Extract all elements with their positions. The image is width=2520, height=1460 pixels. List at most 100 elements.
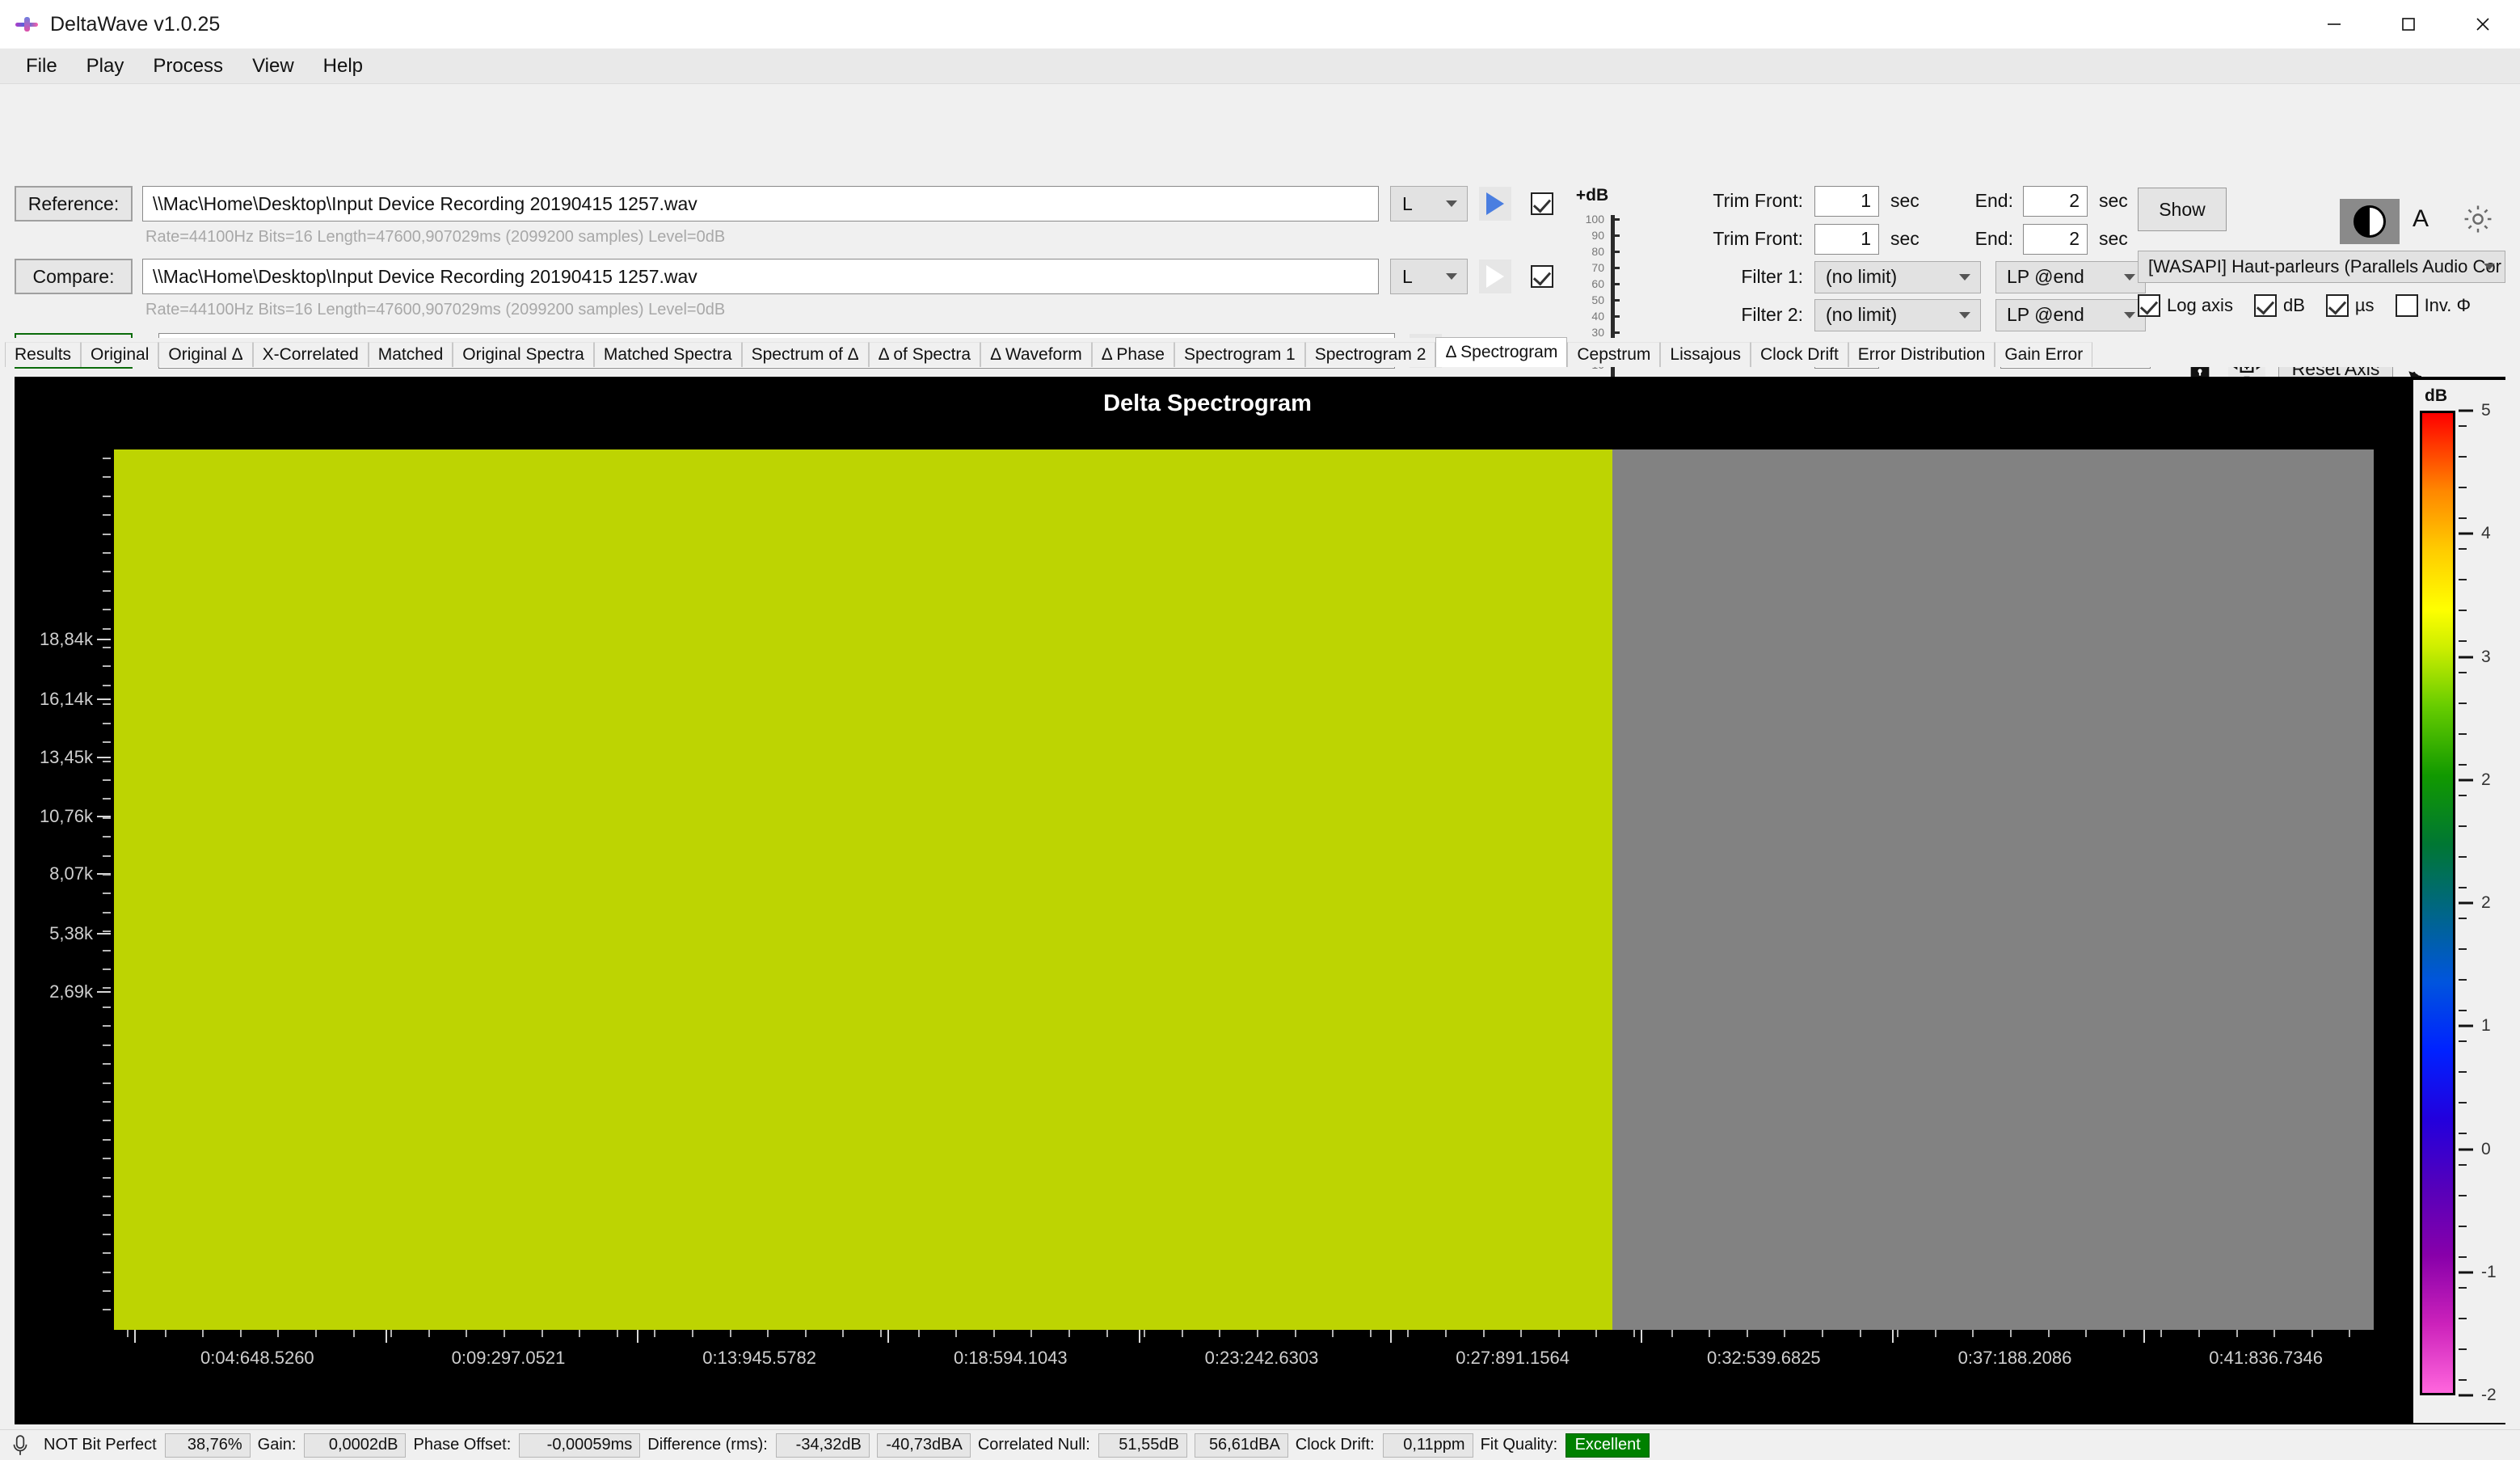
colorbar-gradient xyxy=(2420,411,2455,1395)
colorbar-tick-label: -2 xyxy=(2481,1386,2497,1404)
reference-enable-checkbox[interactable] xyxy=(1531,192,1553,215)
title-bar: DeltaWave v1.0.25 xyxy=(0,0,2520,49)
audio-device-select[interactable]: [WASAPI] Haut-parleurs (Parallels Audio … xyxy=(2138,251,2505,283)
tab-delta-phase[interactable]: Δ Phase xyxy=(1091,342,1174,367)
tab-cepstrum[interactable]: Cepstrum xyxy=(1567,342,1661,367)
x-axis-minor-tick xyxy=(1332,1330,1334,1337)
end-input-2[interactable]: 2 xyxy=(2023,223,2088,255)
x-axis-minor-tick xyxy=(352,1330,355,1337)
menu-view[interactable]: View xyxy=(238,53,309,80)
invert-phase-checkbox[interactable] xyxy=(2395,294,2418,317)
colorbar-minor-tick xyxy=(2459,1225,2467,1227)
filter-1-type-select[interactable]: LP @end xyxy=(1995,260,2146,293)
y-axis-minor-tick xyxy=(103,703,111,706)
y-axis-tick-label: 18,84k xyxy=(39,629,93,650)
gain-tickmark xyxy=(1611,299,1620,302)
font-icon[interactable]: A xyxy=(2413,205,2429,233)
invert-phase-option[interactable]: Inv. Φ xyxy=(2395,294,2471,317)
filter-1-limit-select[interactable]: (no limit) xyxy=(1814,260,1981,293)
colorbar-minor-tick xyxy=(2459,1317,2467,1319)
tab-delta-waveform[interactable]: Δ Waveform xyxy=(980,342,1092,367)
compare-path-input[interactable]: \\Mac\Home\Desktop\Input Device Recordin… xyxy=(142,259,1379,294)
gain-tickmark xyxy=(1611,267,1620,269)
x-axis-minor-tick xyxy=(1369,1330,1372,1337)
y-axis-minor-tick xyxy=(103,987,111,990)
compare-button[interactable]: Compare: xyxy=(15,259,133,294)
tab-matched-spectra[interactable]: Matched Spectra xyxy=(593,342,742,367)
filter-2-limit-value: (no limit) xyxy=(1826,304,1898,325)
x-axis-minor-tick xyxy=(1746,1330,1748,1337)
trim-front-unit-1: sec xyxy=(1890,190,1919,211)
tab-original-delta[interactable]: Original Δ xyxy=(158,342,253,367)
y-axis-minor-tick xyxy=(103,571,111,573)
trim-front-input-1[interactable]: 1 xyxy=(1814,185,1879,217)
spectrogram-canvas[interactable] xyxy=(114,449,2374,1330)
difference-value-db: -34,32dB xyxy=(775,1433,870,1458)
log-axis-label: Log axis xyxy=(2167,295,2233,315)
colorbar-minor-tick xyxy=(2459,1163,2467,1166)
x-axis-minor-tick xyxy=(1181,1330,1183,1337)
microsecond-checkbox[interactable] xyxy=(2325,294,2349,317)
spectrogram-plot[interactable]: Delta Spectrogram 18,84k 16,14k 13,45k 10,7… xyxy=(15,377,2505,1424)
x-axis-minor-tick xyxy=(504,1330,505,1337)
colorbar-minor-tick xyxy=(2459,487,2467,489)
reference-button[interactable]: Reference: xyxy=(15,186,133,222)
menu-process[interactable]: Process xyxy=(138,53,238,80)
tab-spectrum-of-delta[interactable]: Spectrum of Δ xyxy=(741,342,869,367)
gain-tickmark xyxy=(1611,218,1620,221)
tab-matched[interactable]: Matched xyxy=(368,342,453,367)
reference-path-input[interactable]: \\Mac\Home\Desktop\Input Device Recordin… xyxy=(142,186,1379,222)
compare-play-button[interactable] xyxy=(1479,260,1511,293)
close-button[interactable] xyxy=(2446,0,2520,49)
menu-help[interactable]: Help xyxy=(309,53,377,80)
tab-clock-drift[interactable]: Clock Drift xyxy=(1750,342,1848,367)
db-checkbox[interactable] xyxy=(2253,294,2277,317)
x-axis-minor-tick xyxy=(1784,1330,1786,1337)
reference-channel-select[interactable]: L xyxy=(1390,186,1468,222)
microphone-icon[interactable] xyxy=(8,1433,32,1458)
log-axis-checkbox[interactable] xyxy=(2138,294,2160,317)
gear-icon[interactable] xyxy=(2461,202,2495,240)
tab-x-correlated[interactable]: X-Correlated xyxy=(252,342,369,367)
tab-spectrogram-1[interactable]: Spectrogram 1 xyxy=(1174,342,1305,367)
minimize-button[interactable] xyxy=(2297,0,2371,49)
db-option[interactable]: dB xyxy=(2253,294,2305,317)
phase-offset-label: Phase Offset: xyxy=(413,1436,512,1454)
log-axis-option[interactable]: Log axis xyxy=(2138,294,2233,317)
end-input-1[interactable]: 2 xyxy=(2023,185,2088,217)
tab-delta-of-spectra[interactable]: Δ of Spectra xyxy=(868,342,981,367)
reference-row: Reference: \\Mac\Home\Desktop\Input Devi… xyxy=(15,186,1553,222)
tab-original-spectra[interactable]: Original Spectra xyxy=(453,342,594,367)
menu-file[interactable]: File xyxy=(11,53,72,80)
colorbar-minor-tick xyxy=(2459,517,2467,520)
menu-play[interactable]: Play xyxy=(72,53,139,80)
tab-gain-error[interactable]: Gain Error xyxy=(1995,342,2093,367)
reference-play-button[interactable] xyxy=(1479,187,1511,221)
tab-error-distribution[interactable]: Error Distribution xyxy=(1848,342,1995,367)
show-button[interactable]: Show xyxy=(2138,188,2227,231)
colorbar-minor-tick xyxy=(2459,1040,2467,1043)
microsecond-option[interactable]: µs xyxy=(2325,294,2375,317)
tab-delta-spectrogram[interactable]: Δ Spectrogram xyxy=(1435,337,1568,367)
y-axis-minor-tick xyxy=(103,665,111,668)
colorbar-minor-tick xyxy=(2459,763,2467,766)
compare-channel-select[interactable]: L xyxy=(1390,259,1468,294)
y-axis-minor-tick xyxy=(103,779,111,781)
contrast-icon[interactable] xyxy=(2340,199,2400,244)
compare-enable-checkbox[interactable] xyxy=(1531,265,1553,288)
x-axis-minor-tick xyxy=(1219,1330,1221,1337)
tab-lissajous[interactable]: Lissajous xyxy=(1660,342,1751,367)
tab-original[interactable]: Original xyxy=(81,342,159,367)
end-unit-1: sec xyxy=(2099,190,2128,211)
filter-2-limit-select[interactable]: (no limit) xyxy=(1814,298,1981,331)
maximize-button[interactable] xyxy=(2371,0,2446,49)
x-axis-tick xyxy=(2143,1330,2145,1343)
trim-front-input-2[interactable]: 1 xyxy=(1814,223,1879,255)
filter-2-type-select[interactable]: LP @end xyxy=(1995,298,2146,331)
tab-spectrogram-2[interactable]: Spectrogram 2 xyxy=(1304,342,1436,367)
x-axis-minor-tick xyxy=(1144,1330,1146,1337)
tab-results[interactable]: Results xyxy=(5,342,82,367)
gain-tickmark xyxy=(1611,234,1620,237)
y-axis-minor-tick xyxy=(103,760,111,762)
x-axis-minor-tick xyxy=(2047,1330,2050,1337)
